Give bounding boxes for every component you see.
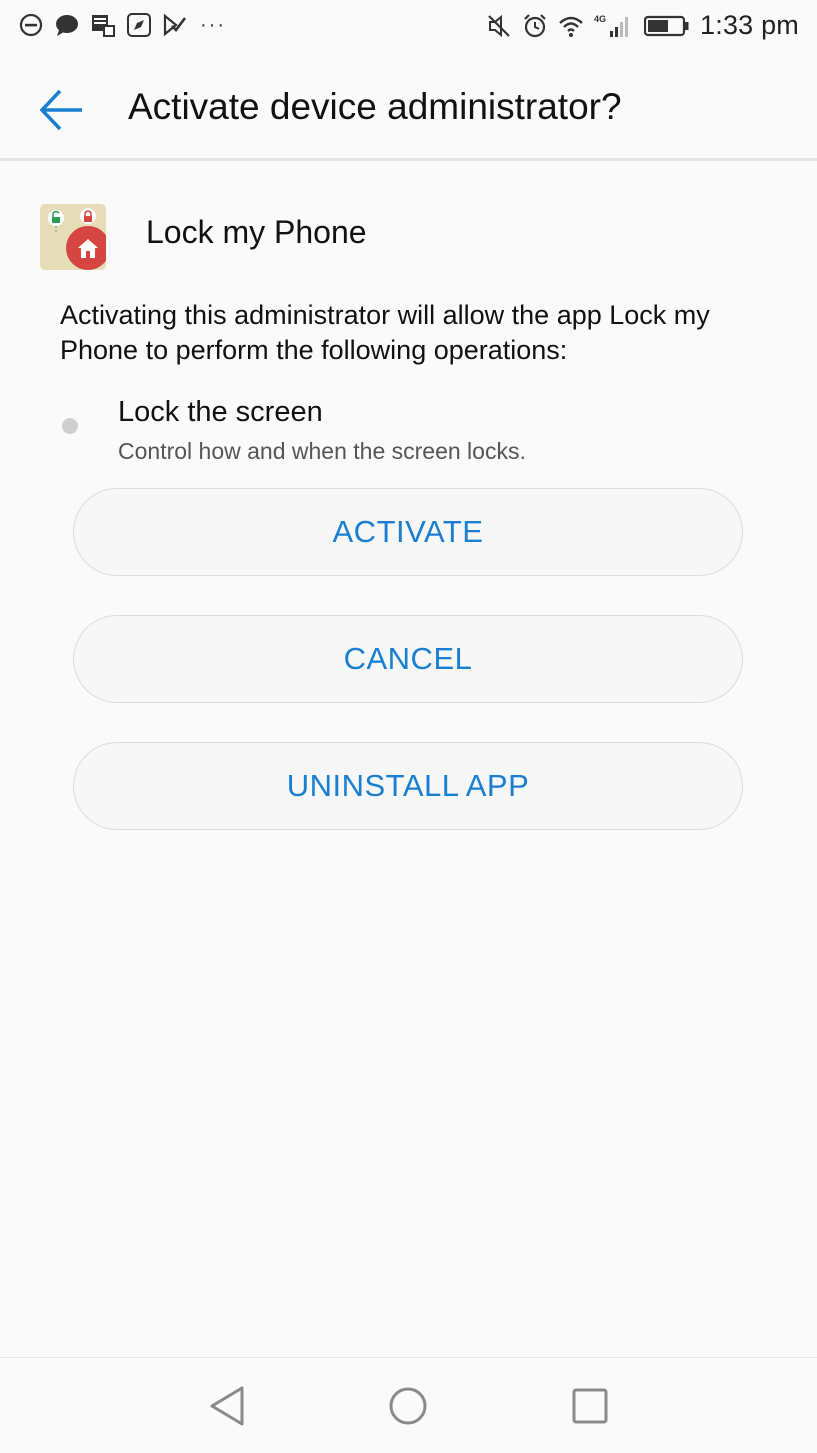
permission-title: Lock the screen (118, 396, 323, 428)
circle-home-icon[interactable] (386, 1384, 430, 1428)
overflow-indicator: ··· (200, 13, 226, 36)
notification-icons: ··· (18, 12, 226, 38)
battery-icon (644, 15, 689, 36)
tasks-icon (92, 15, 115, 37)
arrow-left-icon[interactable] (36, 84, 88, 136)
toolbar: Activate device administrator? (0, 56, 817, 160)
lock-my-phone-app-icon (40, 204, 106, 270)
alarm-icon (524, 13, 546, 37)
square-recents-icon[interactable] (568, 1384, 612, 1428)
uninstall-app-button[interactable]: UNINSTALL APP (73, 742, 743, 830)
status-bar: ··· 4G 1:33 pm (0, 0, 817, 56)
system-icons: 4G 1:33 pm (486, 10, 799, 41)
wifi-icon (559, 16, 583, 37)
permission-bullet (62, 418, 78, 434)
page-title: Activate device administrator? (128, 86, 622, 127)
chat-icon (56, 15, 78, 36)
compass-icon (127, 13, 151, 37)
clock: 1:33 pm (700, 10, 799, 40)
cancel-button[interactable]: CANCEL (73, 615, 743, 703)
do-not-disturb-icon (19, 13, 43, 37)
app-name: Lock my Phone (146, 214, 367, 250)
svg-text:4G: 4G (594, 14, 606, 24)
header-divider (0, 158, 817, 161)
signal-4g-icon: 4G (594, 14, 629, 37)
navigation-bar (0, 1357, 817, 1453)
checkmark-icon (163, 13, 187, 37)
permission-description: Control how and when the screen locks. (118, 438, 526, 464)
triangle-back-icon[interactable] (206, 1384, 250, 1428)
activate-button[interactable]: ACTIVATE (73, 488, 743, 576)
admin-description: Activating this administrator will allow… (60, 300, 710, 365)
mute-icon (488, 14, 510, 37)
